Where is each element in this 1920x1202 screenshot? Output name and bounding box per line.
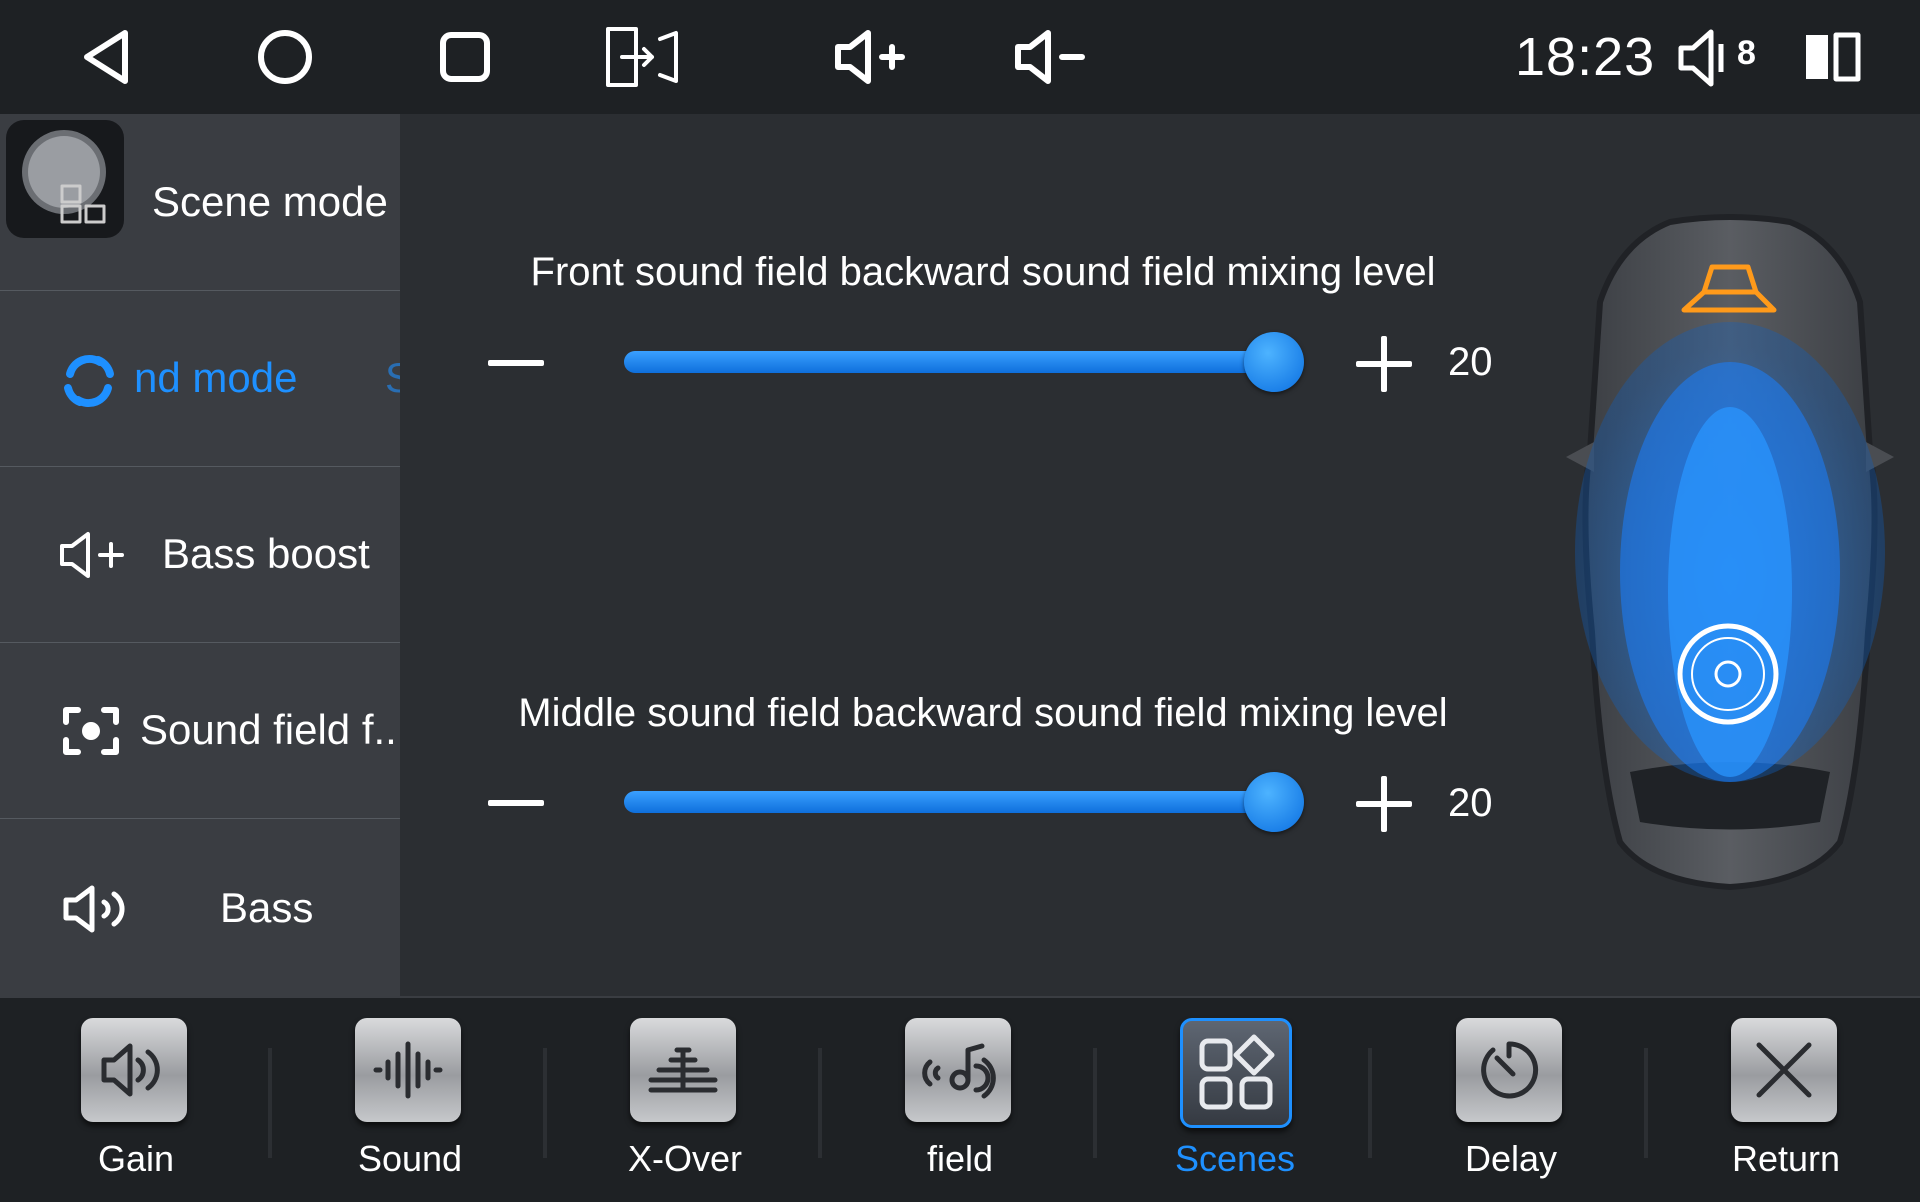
marquee-text-fragment: S [385,354,400,402]
sidebar-item-bass[interactable]: Bass [0,818,400,994]
slider-value: 20 [1448,340,1493,384]
speaker-gain-icon [81,1018,187,1122]
sidebar-item-sound-field-focus[interactable]: Sound field f.. [0,642,400,819]
volume-level-value: 8 [1737,34,1756,72]
delay-icon [1456,1018,1562,1122]
slider-fill [624,791,1274,813]
slider-track[interactable] [624,791,1274,813]
increase-button[interactable] [1354,774,1414,834]
sidebar-item-label: Bass boost [162,530,370,577]
tab-label: Delay [1464,1138,1558,1179]
slider-title: Middle sound field backward sound field … [518,691,1448,735]
tab-label: field [926,1138,994,1179]
tab-label: Scenes [1174,1138,1296,1179]
multi-window-icon[interactable] [1800,0,1864,114]
sidebar-item-label: Bass [220,884,314,931]
tab-label: Sound [357,1138,463,1179]
scene-app-icon [6,120,124,238]
tab-gain[interactable]: Gain [16,998,256,1202]
slider-value: 20 [1448,781,1493,825]
tab-label: Return [1731,1138,1841,1179]
tab-scenes[interactable]: Scenes [1115,998,1355,1202]
tab-delay[interactable]: Delay [1391,998,1631,1202]
tab-separator [1644,1048,1648,1158]
crossover-icon [630,1018,736,1122]
volume-down-icon[interactable] [1012,0,1086,114]
volume-plus-icon [58,530,128,580]
scenes-icon [1180,1018,1292,1128]
sidebar-item-sound-mode[interactable]: nd mode S [0,290,400,467]
tab-label: Gain [97,1138,175,1179]
sound-field-icon [905,1018,1011,1122]
return-icon [1731,1018,1837,1122]
tab-separator [268,1048,272,1158]
sidebar-item-bass-boost[interactable]: Bass boost [0,466,400,643]
car-sound-field-illustration [1560,212,1900,892]
focus-icon [62,706,120,756]
slider-track[interactable] [624,351,1274,373]
speaker-icon [62,884,128,934]
sidebar-item-label: Scene mode [152,178,388,225]
sound-mode-icon [60,354,118,408]
sidebar-item-scene-mode[interactable]: Scene mode [0,114,400,291]
sidebar: Scene mode nd mode S Bass boost Sound fi… [0,114,400,996]
clock: 18:23 [1515,27,1656,87]
decrease-button[interactable] [486,332,546,392]
tab-separator [543,1048,547,1158]
increase-button[interactable] [1354,334,1414,394]
back-icon[interactable] [70,0,140,114]
tab-separator [1093,1048,1097,1158]
volume-level-indicator: 8 [1675,28,1785,88]
split-screen-icon[interactable] [600,0,682,114]
status-bar: 18:23 8 [0,0,1920,114]
tab-return[interactable]: Return [1666,998,1906,1202]
slider-thumb[interactable] [1244,772,1304,832]
bottom-tab-bar: Gain Sound X-Over field Scenes Delay Ret… [0,996,1920,1202]
tab-separator [1368,1048,1372,1158]
tab-sound[interactable]: Sound [290,998,530,1202]
sidebar-item-label: Sound field f.. [140,706,397,753]
tab-x-over[interactable]: X-Over [565,998,805,1202]
tab-label: X-Over [627,1138,742,1179]
slider-thumb[interactable] [1244,332,1304,392]
waveform-icon [355,1018,461,1122]
recents-icon[interactable] [430,0,500,114]
home-icon[interactable] [250,0,320,114]
tab-separator [818,1048,822,1158]
decrease-button[interactable] [486,772,546,832]
sidebar-divider [400,114,402,996]
speaker-icon [1678,29,1724,87]
volume-up-icon[interactable] [832,0,906,114]
slider-fill [624,351,1274,373]
tab-field[interactable]: field [840,998,1080,1202]
slider-title: Front sound field backward sound field m… [530,250,1436,294]
sidebar-item-label: nd mode [134,354,298,401]
